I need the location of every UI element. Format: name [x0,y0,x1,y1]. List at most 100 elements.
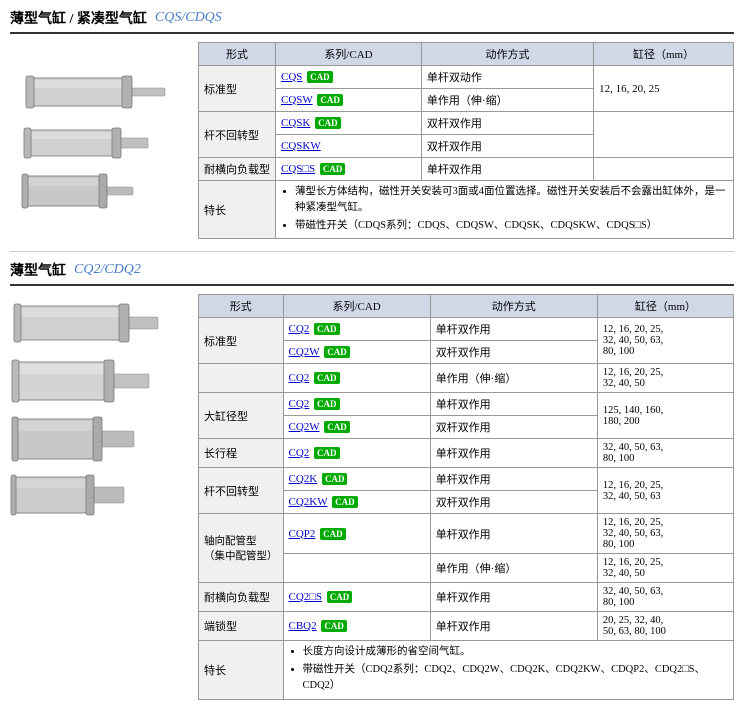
bore-cell: 12, 16, 20, 25,32, 40, 50 [597,364,733,393]
section2-title-en: CQ2/CDQ2 [74,262,141,278]
product-image-3 [20,170,180,214]
table-row: 标准型 CQS CAD 单杆双动作 12, 16, 20, 25 [199,66,734,89]
link-cq2-long[interactable]: CQ2 [289,447,310,459]
product-image-s2-1 [10,298,170,350]
link-cqs[interactable]: CQS [281,71,302,83]
section2-header: 薄型气缸 CQ2/CDQ2 [10,260,734,286]
cad-badge: CAD [327,591,353,603]
link-cq2k[interactable]: CQ2K [289,473,318,485]
col-header-action: 动作方式 [421,43,593,66]
series-cell: CQ2 CAD [283,393,430,416]
type-cell-norot: 杆不回转型 [199,112,276,158]
series-cell: CBQ2 CAD [283,612,430,641]
link-cq2-single[interactable]: CQ2 [289,372,310,384]
section2-title-cn: 薄型气缸 [10,260,66,280]
section1-images [10,42,190,239]
table-row-notes: 特长 薄型长方体结构，磁性开关安装可3面或4面位置选择。磁性开关安装后不会露出缸… [199,181,734,239]
cad-badge: CAD [321,620,347,632]
cad-badge: CAD [324,421,350,433]
bore-cell: 32, 40, 50, 63,80, 100 [597,583,733,612]
link-cq2kw[interactable]: CQ2KW [289,496,328,508]
table-row: 耐横向负载型 CQ2□S CAD 单杆双作用 32, 40, 50, 63,80… [199,583,734,612]
table-row: 长行程 CQ2 CAD 单杆双作用 32, 40, 50, 63,80, 100 [199,439,734,468]
table-row: 杆不回转型 CQ2K CAD 单杆双作用 12, 16, 20, 25,32, … [199,468,734,491]
table-row: 轴向配管型（集中配管型） CQP2 CAD 单杆双作用 12, 16, 20, … [199,514,734,554]
link-cqskw[interactable]: CQSKW [281,140,321,152]
link-cq2-large[interactable]: CQ2 [289,398,310,410]
action-cell: 单杆双作用 [421,158,593,181]
bore-cell: 12, 16, 20, 25,32, 40, 50 [597,554,733,583]
bore-cell: 125, 140, 160,180, 200 [597,393,733,439]
action-cell: 双杆双作用 [430,341,597,364]
cad-badge: CAD [320,163,346,175]
series-cell: CQP2 CAD [283,514,430,554]
bore-cell: 12, 16, 20, 25,32, 40, 50, 63,80, 100 [597,318,733,364]
cad-badge: CAD [317,94,343,106]
action-cell: 双杆双作用 [430,491,597,514]
col-header-bore: 缸径（mm） [594,43,734,66]
link-cqp2[interactable]: CQP2 [289,528,316,540]
series-cell: CQ2 CAD [283,318,430,341]
col-header-series: 系列/CAD [276,43,422,66]
type-endlock: 端锁型 [199,612,284,641]
cad-badge: CAD [322,473,348,485]
action-cell: 单作用（伸·缩） [421,89,593,112]
table-row-notes2: 特长 长度方向设计成薄形的省空间气缸。 带磁性开关（CDQ2系列：CDQ2、CD… [199,641,734,699]
col-header-type2: 形式 [199,295,284,318]
bore-cell [594,158,734,181]
action-cell: 单杆双作用 [430,583,597,612]
bore-cell: 32, 40, 50, 63,80, 100 [597,439,733,468]
link-cbq2[interactable]: CBQ2 [289,620,317,632]
link-cq2[interactable]: CQ2 [289,323,310,335]
link-cqsk[interactable]: CQSK [281,117,310,129]
link-cqss[interactable]: CQS□S [281,163,315,175]
series-cell: CQ2□S CAD [283,583,430,612]
product-image-s2-2 [10,356,170,408]
section2-images [10,294,190,699]
series-cell [283,554,430,583]
table-row: 杆不回转型 CQSK CAD 双杆双作用 [199,112,734,135]
series-cell: CQ2KW CAD [283,491,430,514]
action-cell: 单杆双作用 [430,514,597,554]
table-row: CQ2 CAD 单作用（伸·缩） 12, 16, 20, 25,32, 40, … [199,364,734,393]
action-cell: 双杆双作用 [430,416,597,439]
type-lateral2: 耐横向负载型 [199,583,284,612]
series-cell: CQ2K CAD [283,468,430,491]
cad-badge: CAD [324,346,350,358]
section2-content: 形式 系列/CAD 动作方式 缸径（mm） 标准型 CQ2 CAD 单杆双作用 … [10,294,734,699]
type-cell-standard1: 标准型 [199,66,276,112]
link-cq2s[interactable]: CQ2□S [289,591,323,603]
action-cell: 单作用（伸·缩） [430,554,597,583]
product-image-2 [20,122,180,166]
cad-badge: CAD [332,496,358,508]
series-cell: CQ2W CAD [283,416,430,439]
link-cq2w-large[interactable]: CQ2W [289,421,320,433]
action-cell: 单杆双作用 [430,439,597,468]
section1-content: 形式 系列/CAD 动作方式 缸径（mm） 标准型 CQS CAD 单杆双动作 … [10,42,734,239]
bore-cell: 12, 16, 20, 25,32, 40, 50, 63 [597,468,733,514]
cad-badge: CAD [320,528,346,540]
action-cell: 单杆双作用 [430,612,597,641]
link-cqsw[interactable]: CQSW [281,94,313,106]
table-row: 标准型 CQ2 CAD 单杆双作用 12, 16, 20, 25,32, 40,… [199,318,734,341]
type-norot2: 杆不回转型 [199,468,284,514]
action-cell: 双杆双作用 [421,135,593,158]
section-cqs: 薄型气缸 / 紧凑型气缸 CQS/CDQS [0,0,744,251]
section1-title-cn: 薄型气缸 / 紧凑型气缸 [10,8,147,28]
cad-badge: CAD [314,372,340,384]
col-header-series2: 系列/CAD [283,295,430,318]
type-std: 标准型 [199,318,284,364]
section1-title-en: CQS/CDQS [155,10,222,26]
series-cell: CQ2 CAD [283,439,430,468]
col-header-action2: 动作方式 [430,295,597,318]
series-cell: CQSK CAD [276,112,422,135]
product-image-s2-3 [10,414,170,466]
link-cq2w[interactable]: CQ2W [289,346,320,358]
product-image-1 [20,68,180,118]
col-header-bore2: 缸径（mm） [597,295,733,318]
action-cell: 单杆双动作 [421,66,593,89]
type-long: 长行程 [199,439,284,468]
table-row: 大缸径型 CQ2 CAD 单杆双作用 125, 140, 160,180, 20… [199,393,734,416]
type-cell-features: 特长 [199,181,276,239]
series-cell: CQSW CAD [276,89,422,112]
